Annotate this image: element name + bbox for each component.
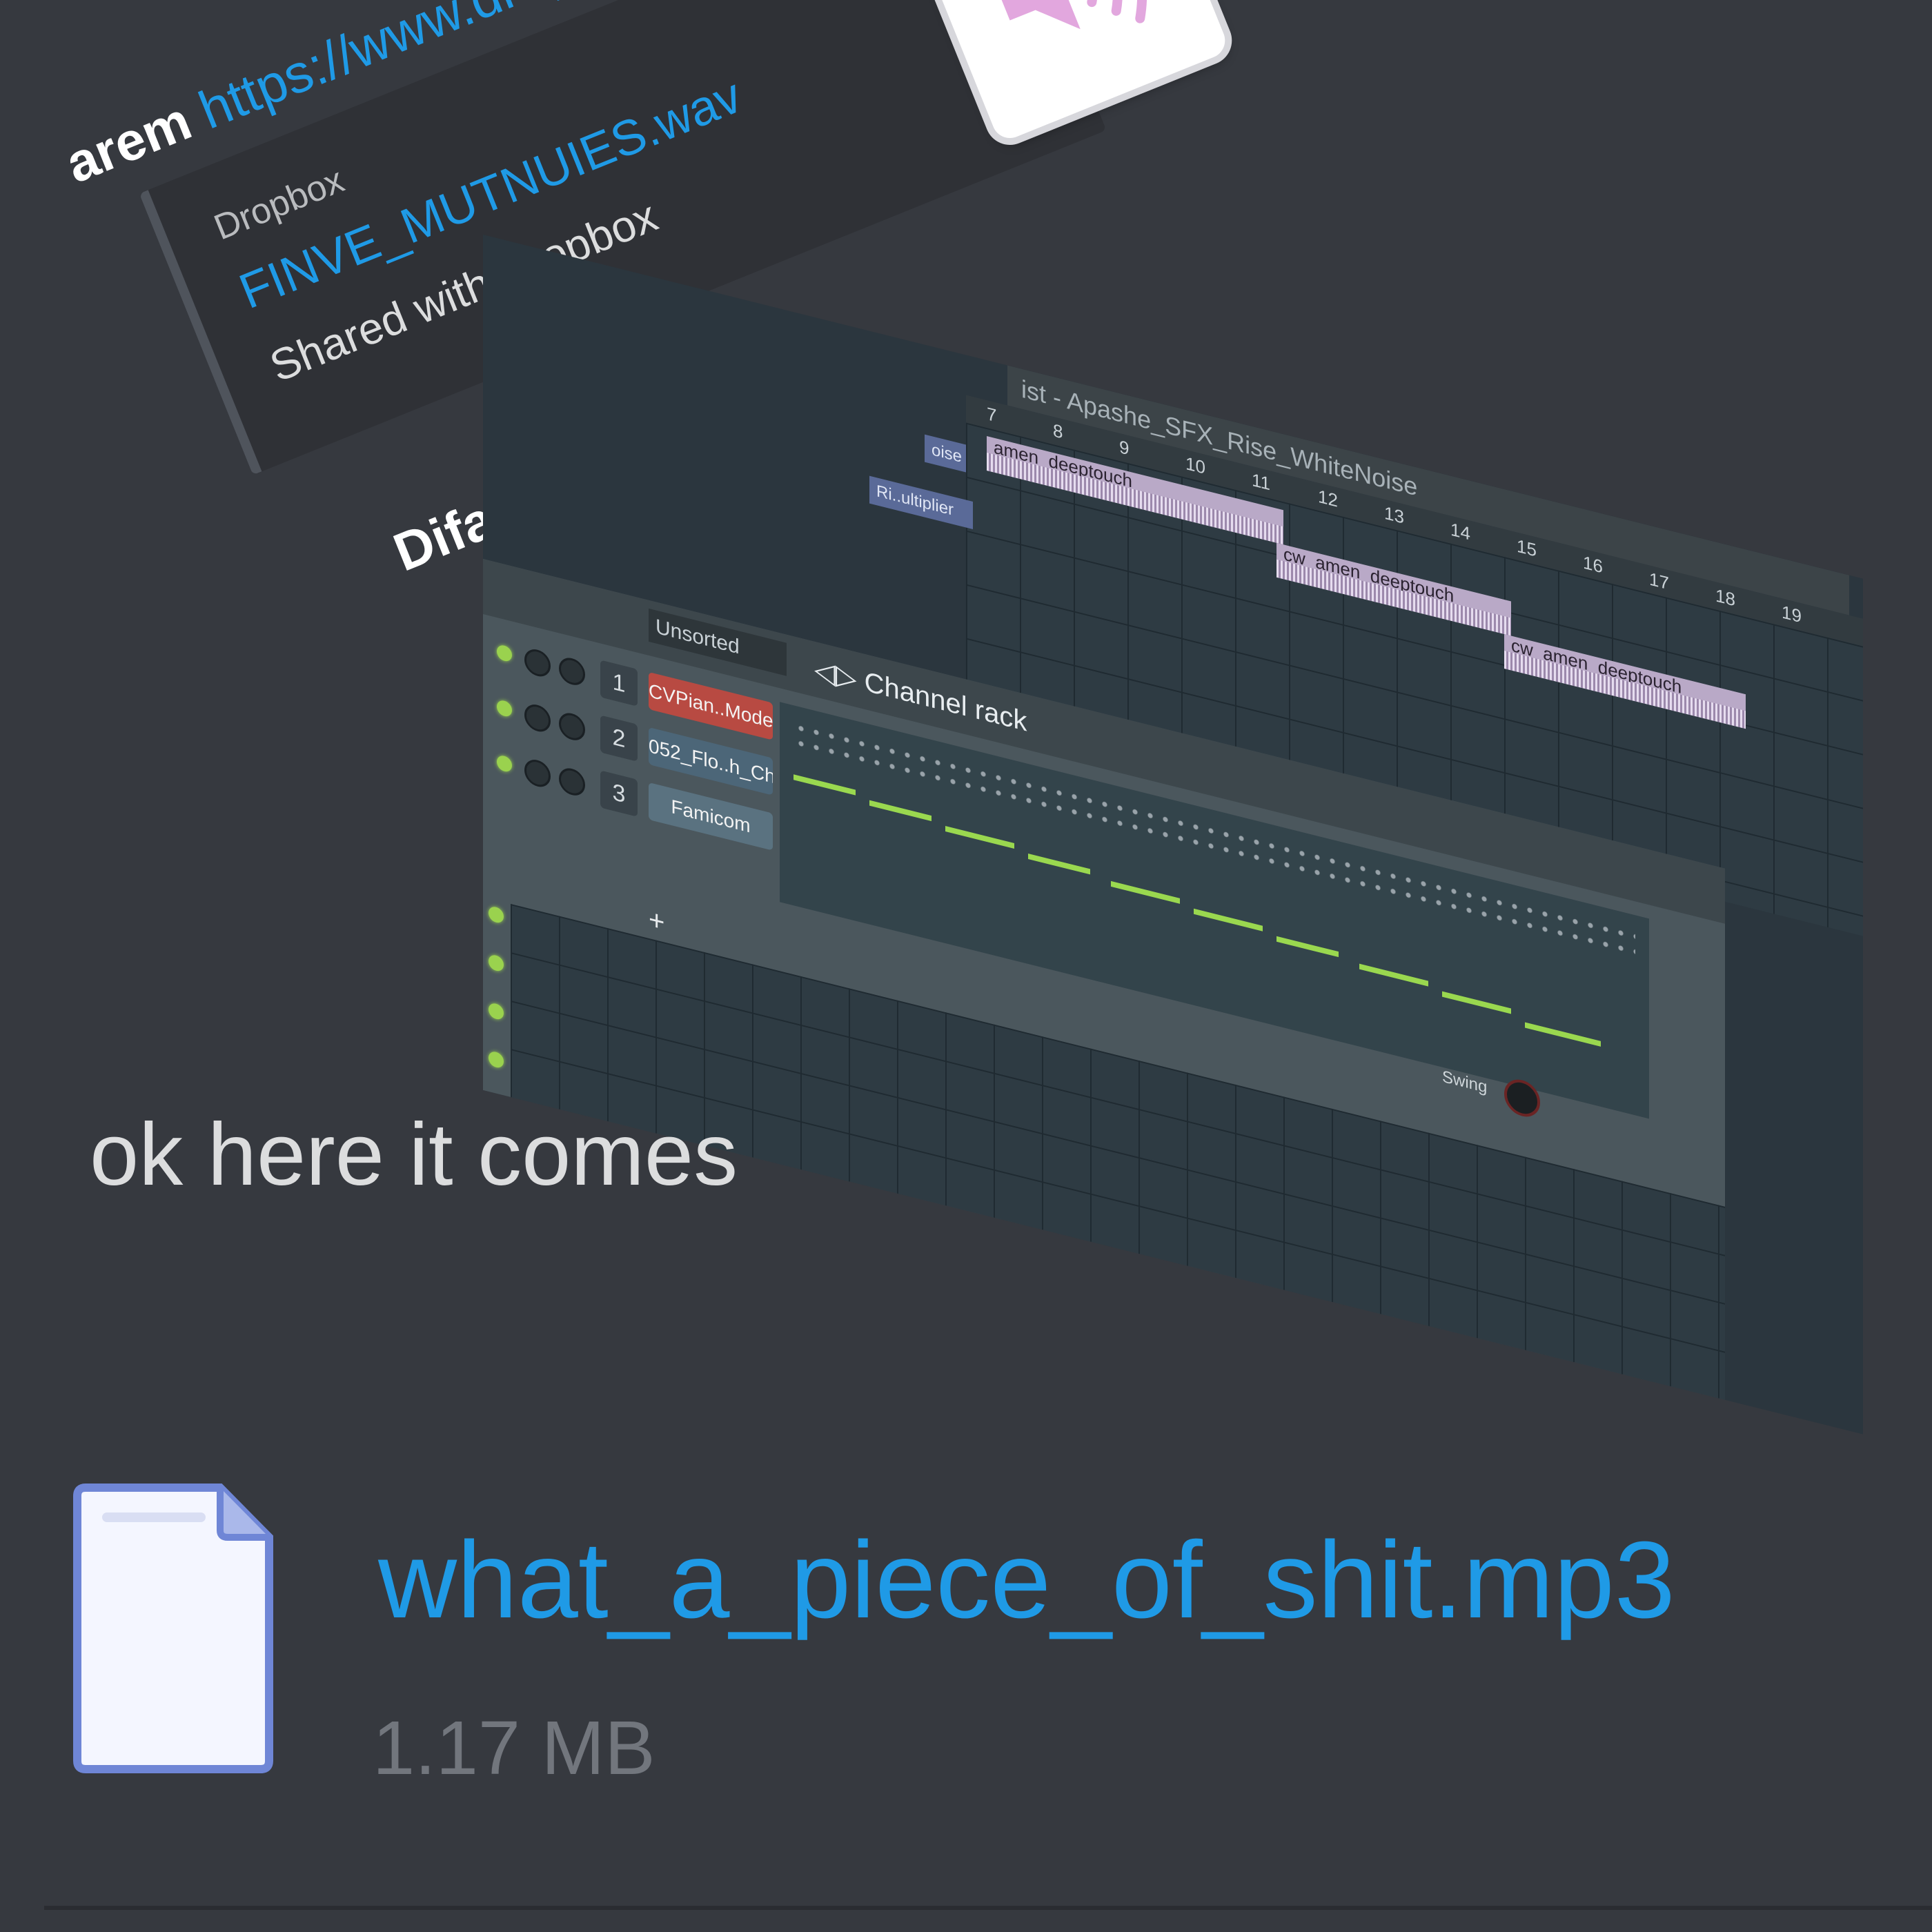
pan-knob[interactable]: [524, 756, 551, 790]
speaker-thumbnail[interactable]: [907, 0, 1231, 144]
ruler-mark[interactable]: 17: [1649, 568, 1669, 594]
note-block: [1111, 880, 1180, 904]
attachment-file-name[interactable]: what_a_piece_of_shit.mp3: [378, 1518, 1675, 1643]
add-channel-button[interactable]: +: [649, 904, 664, 939]
ruler-mark[interactable]: 8: [1053, 420, 1063, 444]
file-icon: [73, 1483, 273, 1773]
channel-number: 2: [600, 715, 638, 762]
note-block: [1359, 963, 1428, 987]
pan-knob[interactable]: [524, 646, 551, 680]
ruler-mark[interactable]: 12: [1318, 486, 1338, 512]
channel-led[interactable]: [497, 643, 512, 663]
ruler-mark[interactable]: 19: [1782, 601, 1802, 627]
ruler-mark[interactable]: 15: [1517, 535, 1537, 561]
pan-knob[interactable]: [524, 701, 551, 735]
row-led[interactable]: [489, 1001, 504, 1021]
ruler-mark[interactable]: 16: [1583, 551, 1603, 578]
channel-number: 1: [600, 660, 638, 707]
channel-rack-icon: ◁▷: [814, 653, 865, 697]
note-block: [793, 774, 856, 796]
channel-name-button[interactable]: 052_Flo..h_Choir: [649, 727, 773, 796]
ruler-mark[interactable]: 7: [987, 403, 996, 427]
note-block: [869, 800, 931, 822]
message-divider: [44, 1906, 1932, 1910]
ruler-mark[interactable]: 9: [1119, 436, 1129, 460]
ruler-mark[interactable]: 14: [1450, 519, 1470, 545]
note-block: [1442, 991, 1511, 1014]
channel-name-button[interactable]: Famicom: [649, 782, 773, 851]
row-led[interactable]: [489, 1049, 504, 1070]
channel-led[interactable]: [497, 753, 512, 773]
side-clip: Ri..ultiplier: [869, 475, 973, 530]
note-block: [1525, 1022, 1601, 1047]
volume-knob[interactable]: [559, 710, 585, 743]
volume-knob[interactable]: [559, 655, 585, 688]
attachment-file-size: 1.17 MB: [373, 1706, 656, 1791]
ruler-mark[interactable]: 13: [1384, 502, 1404, 529]
ruler-mark[interactable]: 18: [1715, 584, 1735, 611]
fl-studio-screenshot[interactable]: ist - Apashe_SFX_Rise_WhiteNoise 7 8 9 10 11…: [483, 235, 1863, 1435]
volume-knob[interactable]: [559, 765, 585, 798]
channel-name-button[interactable]: CVPian..Modeled: [649, 671, 773, 740]
channel-number: 3: [600, 770, 638, 817]
side-clip: oise: [925, 434, 966, 473]
ruler-mark[interactable]: 10: [1185, 453, 1205, 479]
message-text: ok here it comes: [90, 1105, 738, 1204]
speaker-icon: [999, 0, 1147, 30]
note-block: [1276, 936, 1339, 958]
ruler-mark[interactable]: 11: [1252, 469, 1270, 495]
note-block: [945, 826, 1014, 849]
row-led[interactable]: [489, 905, 504, 925]
channel-led[interactable]: [497, 698, 512, 718]
note-block: [1028, 853, 1090, 875]
filter-dropdown[interactable]: Unsorted: [649, 608, 787, 676]
row-led[interactable]: [489, 953, 504, 973]
note-block: [1194, 908, 1263, 931]
